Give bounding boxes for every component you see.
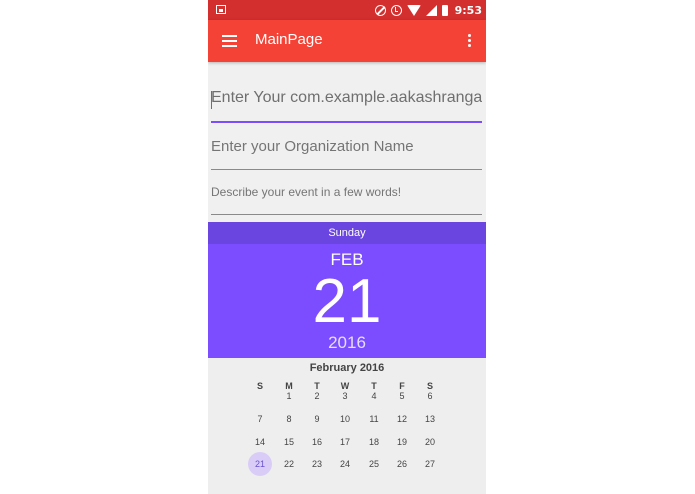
- text-cursor: [211, 91, 212, 109]
- event-name-input[interactable]: Enter Your com.example.aakashranga.e: [211, 89, 482, 111]
- battery-icon: [441, 4, 448, 16]
- calendar-day[interactable]: 25: [362, 452, 386, 476]
- organization-underline: [211, 169, 482, 170]
- description-placeholder: Describe your event in a few words!: [211, 185, 402, 199]
- image-icon: [216, 5, 226, 14]
- more-vert-icon[interactable]: [468, 34, 472, 48]
- description-input[interactable]: Describe your event in a few words!: [211, 185, 482, 203]
- status-bar: 9:53: [208, 0, 486, 20]
- calendar-day[interactable]: 6: [418, 384, 442, 408]
- calendar-day[interactable]: 14: [248, 430, 272, 454]
- alarm-icon: [390, 4, 402, 16]
- calendar-day[interactable]: 2: [305, 384, 329, 408]
- calendar-day[interactable]: 12: [390, 407, 414, 431]
- event-name-text: Enter Your com.example.aakashranga.e: [211, 89, 482, 106]
- block-icon: [374, 4, 386, 16]
- calendar-day[interactable]: 26: [390, 452, 414, 476]
- hamburger-icon[interactable]: [222, 35, 237, 47]
- calendar-grid: February 2016 SMTWTFS 1 2 3 4 5 6 7 8 9 10 11 12 13 1…: [208, 358, 486, 494]
- calendar-day[interactable]: 8: [277, 407, 301, 431]
- description-underline: [211, 214, 482, 215]
- calendar-month-title: February 2016: [309, 362, 385, 374]
- app-bar: MainPage: [208, 20, 486, 62]
- calendar-day[interactable]: 19: [390, 430, 414, 454]
- event-name-underline: [211, 121, 482, 123]
- app-title: MainPage: [255, 31, 323, 48]
- picker-date[interactable]: 21: [208, 268, 486, 336]
- status-time: 9:53: [454, 3, 482, 17]
- picker-day-of-week: Sunday: [208, 222, 486, 244]
- organization-input[interactable]: Enter your Organization Name: [211, 138, 482, 160]
- calendar-day[interactable]: 27: [418, 452, 442, 476]
- signal-icon: [425, 4, 437, 16]
- wifi-icon: [406, 4, 421, 16]
- calendar-day[interactable]: 7: [248, 407, 272, 431]
- calendar-day[interactable]: 11: [362, 407, 386, 431]
- calendar-day[interactable]: 22: [277, 452, 301, 476]
- weekday-label: S: [256, 381, 263, 391]
- calendar-day[interactable]: 9: [305, 407, 329, 431]
- calendar-day[interactable]: 16: [305, 430, 329, 454]
- calendar-day[interactable]: 18: [362, 430, 386, 454]
- calendar-day[interactable]: 3: [333, 384, 357, 408]
- picker-header: FEB 21 2016: [208, 244, 486, 358]
- organization-placeholder: Enter your Organization Name: [211, 138, 414, 155]
- status-icons: 9:53: [374, 2, 482, 18]
- calendar-day[interactable]: 1: [277, 384, 301, 408]
- calendar-day[interactable]: 13: [418, 407, 442, 431]
- calendar-day[interactable]: 10: [333, 407, 357, 431]
- calendar-day-selected[interactable]: 21: [248, 452, 272, 476]
- calendar-day[interactable]: 24: [333, 452, 357, 476]
- calendar-day[interactable]: 15: [277, 430, 301, 454]
- calendar-day[interactable]: 20: [418, 430, 442, 454]
- calendar-day[interactable]: 23: [305, 452, 329, 476]
- calendar-day[interactable]: 4: [362, 384, 386, 408]
- calendar-day[interactable]: 17: [333, 430, 357, 454]
- picker-year[interactable]: 2016: [208, 333, 486, 353]
- phone-screen: 9:53 MainPage Enter Your com.example.aak…: [208, 0, 486, 494]
- calendar-day[interactable]: 5: [390, 384, 414, 408]
